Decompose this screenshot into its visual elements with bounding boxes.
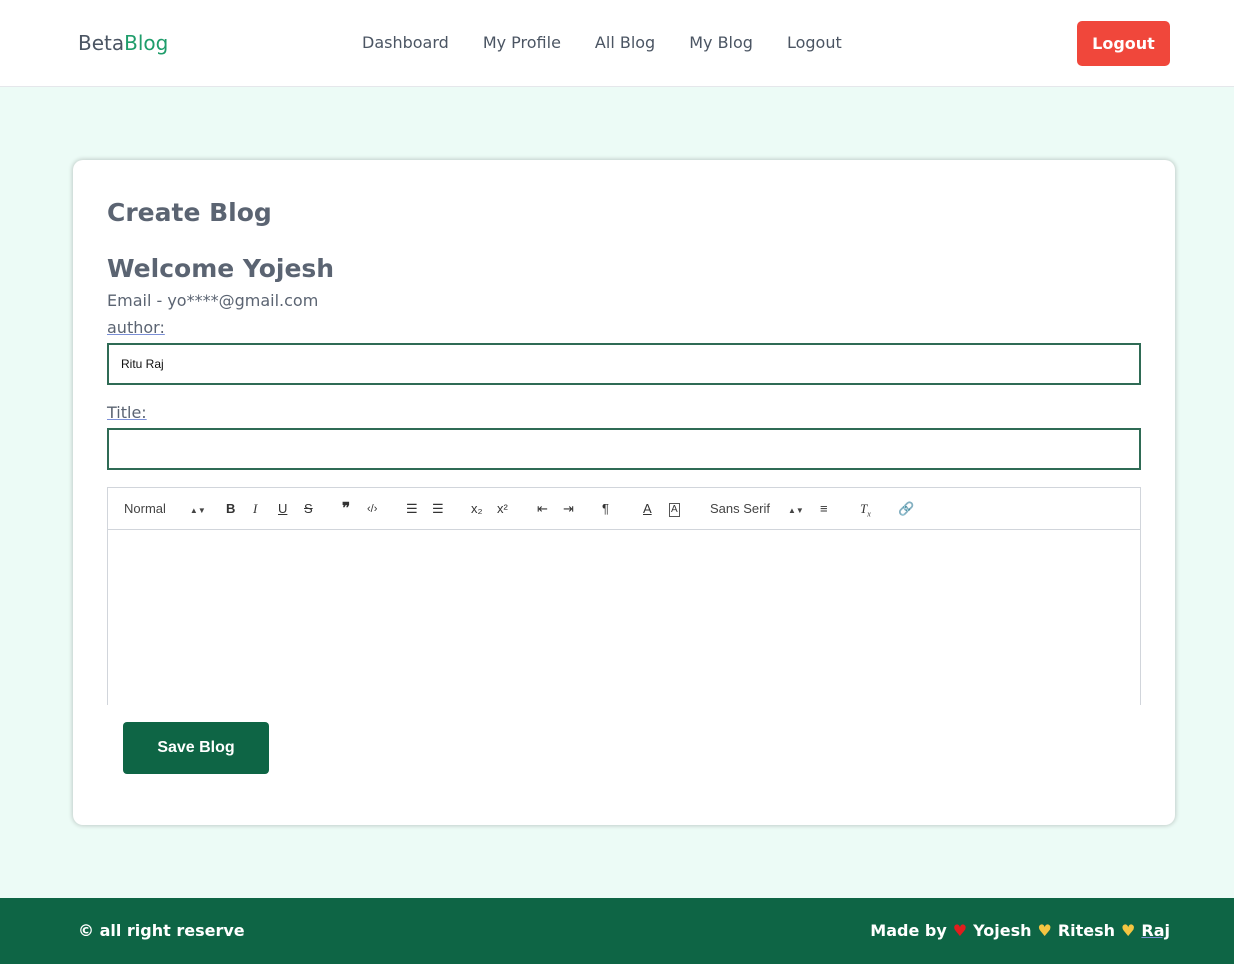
brand-text: Beta bbox=[78, 31, 125, 55]
nav-all-blog[interactable]: All Blog bbox=[595, 33, 655, 52]
author-raj[interactable]: Raj bbox=[1141, 921, 1170, 940]
background-color-icon[interactable]: A bbox=[669, 503, 680, 517]
copyright-text: © all right reserve bbox=[78, 921, 245, 940]
outdent-icon[interactable]: ⇤ bbox=[537, 501, 548, 517]
welcome-heading: Welcome Yojesh bbox=[107, 254, 335, 283]
title-label: Title: bbox=[107, 403, 147, 422]
font-family-value: Sans Serif bbox=[710, 501, 770, 516]
indent-icon[interactable]: ⇥ bbox=[563, 501, 574, 517]
nav-dashboard[interactable]: Dashboard bbox=[362, 33, 449, 52]
footer: © all right reserve Made by ♥ Yojesh ♥ R… bbox=[0, 898, 1234, 964]
clear-format-icon[interactable]: Tx bbox=[860, 501, 871, 523]
heart-hands-icon: ♥ bbox=[1037, 920, 1052, 940]
made-by-text: Made by bbox=[870, 921, 947, 940]
header-format-value: Normal bbox=[124, 501, 166, 516]
font-family-select[interactable]: Sans Serif ▲▼ bbox=[710, 501, 804, 519]
nav-my-blog[interactable]: My Blog bbox=[689, 33, 753, 52]
nav-my-profile[interactable]: My Profile bbox=[483, 33, 561, 52]
page-title: Create Blog bbox=[107, 198, 272, 227]
code-block-icon[interactable]: ‹/› bbox=[367, 501, 377, 517]
ordered-list-icon[interactable]: ☰ bbox=[406, 501, 418, 517]
main-nav: Dashboard My Profile All Blog My Blog Lo… bbox=[362, 33, 842, 52]
author-ritesh: Ritesh bbox=[1057, 921, 1116, 940]
blockquote-icon[interactable]: ❞ bbox=[342, 501, 350, 517]
text-color-icon[interactable]: A bbox=[643, 501, 652, 517]
nav-logout[interactable]: Logout bbox=[787, 33, 842, 52]
italic-icon[interactable]: I bbox=[253, 501, 257, 517]
editor-content-area[interactable] bbox=[108, 530, 1140, 705]
brand-accent-text: Blog bbox=[124, 31, 169, 55]
heart-hands-icon: ♥ bbox=[1121, 920, 1136, 940]
strikethrough-icon[interactable]: S bbox=[304, 501, 313, 517]
text-direction-icon[interactable]: ¶ bbox=[602, 501, 609, 517]
logout-button[interactable]: Logout bbox=[1077, 21, 1170, 66]
subscript-icon[interactable]: x₂ bbox=[471, 501, 483, 517]
editor-toolbar: Normal ▲▼ B I U S ❞ ‹/› ☰ ☰ x₂ x² ⇤ ⇥ ¶ A… bbox=[108, 488, 1140, 530]
heart-icon: ♥ bbox=[952, 920, 968, 940]
select-arrows-icon: ▲▼ bbox=[189, 506, 206, 515]
save-blog-button[interactable]: Save Blog bbox=[123, 722, 269, 774]
user-email: Email - yo****@gmail.com bbox=[107, 291, 319, 310]
rich-text-editor: Normal ▲▼ B I U S ❞ ‹/› ☰ ☰ x₂ x² ⇤ ⇥ ¶ A… bbox=[107, 487, 1141, 705]
credits: Made by ♥ Yojesh ♥ Ritesh ♥ Raj bbox=[870, 921, 1170, 940]
bullet-list-icon[interactable]: ☰ bbox=[432, 501, 444, 517]
author-label: author: bbox=[107, 318, 165, 337]
bold-icon[interactable]: B bbox=[226, 501, 235, 517]
top-navbar: BetaBlog Dashboard My Profile All Blog M… bbox=[0, 0, 1234, 87]
link-icon[interactable]: 🔗 bbox=[898, 501, 914, 517]
create-blog-card: Create Blog Welcome Yojesh Email - yo***… bbox=[73, 160, 1175, 825]
underline-icon[interactable]: U bbox=[278, 501, 287, 517]
author-yojesh: Yojesh bbox=[973, 921, 1032, 940]
superscript-icon[interactable]: x² bbox=[497, 501, 508, 517]
title-input[interactable] bbox=[107, 428, 1141, 470]
header-format-select[interactable]: Normal ▲▼ bbox=[124, 501, 206, 519]
select-arrows-icon: ▲▼ bbox=[787, 506, 804, 515]
align-icon[interactable]: ≡ bbox=[820, 501, 828, 517]
brand-logo[interactable]: BetaBlog bbox=[78, 31, 168, 55]
author-input[interactable] bbox=[107, 343, 1141, 385]
